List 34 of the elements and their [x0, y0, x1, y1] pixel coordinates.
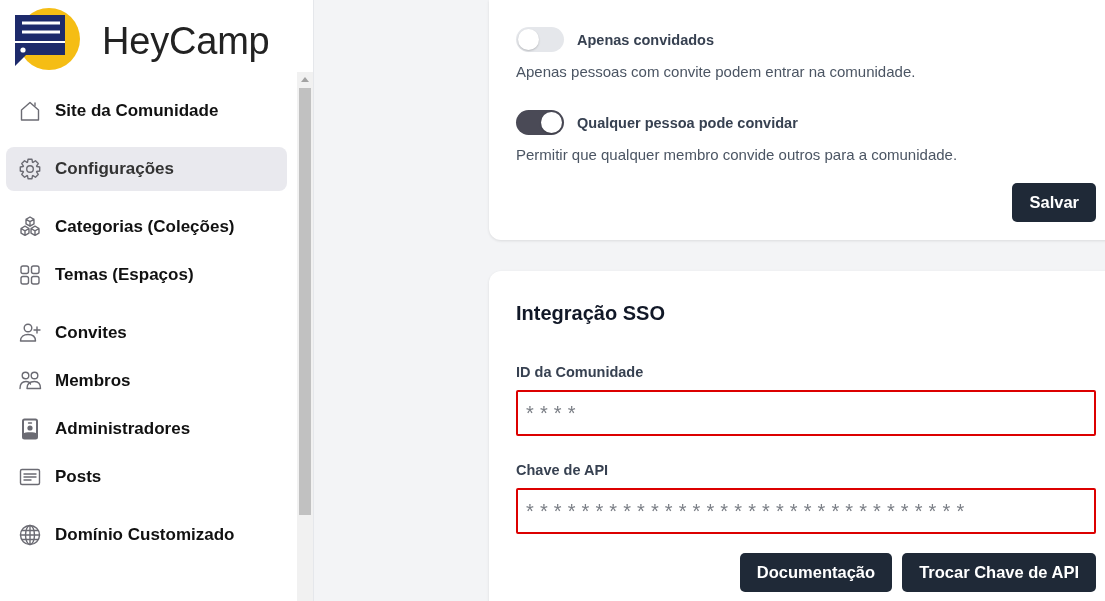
sidebar-item[interactable]: Domínio Customizado [6, 513, 287, 557]
card-title: Integração SSO [516, 301, 666, 326]
scroll-up-icon[interactable] [301, 77, 309, 82]
gear-icon [18, 157, 42, 181]
sidebar-item[interactable]: Temas (Espaços) [6, 253, 287, 297]
sidebar-item[interactable]: Categorias (Coleções) [6, 205, 287, 249]
toggle-switch[interactable] [516, 110, 564, 135]
cubes-icon [18, 215, 42, 239]
toggle-label: Apenas convidados [577, 30, 714, 50]
action-button[interactable]: Documentação [739, 553, 893, 592]
sidebar-item[interactable]: Posts [6, 455, 287, 499]
grid-icon [18, 263, 42, 287]
house-icon [18, 99, 42, 123]
sidebar-item[interactable]: Administradores [6, 407, 287, 451]
field-label: Chave de API [516, 461, 610, 480]
field-label: ID da Comunidade [516, 363, 645, 382]
logo-icon [15, 7, 81, 70]
globe-icon [18, 523, 42, 547]
toggle-switch[interactable] [516, 27, 564, 52]
scrollbar-thumb[interactable] [299, 88, 311, 515]
text-field[interactable]: **** [516, 390, 1096, 436]
save-button[interactable]: Salvar [1012, 183, 1096, 222]
sidebar-item[interactable]: Convites [6, 311, 287, 355]
sidebar-item[interactable]: Configurações [6, 147, 287, 191]
user-plus-icon [18, 321, 42, 345]
toggle-description: Apenas pessoas com convite podem entrar na comunidade. [516, 62, 917, 82]
action-button[interactable]: Trocar Chave de API [902, 553, 1096, 592]
brand-name: HeyCamp [102, 22, 270, 60]
text-field[interactable]: ******************************** [516, 488, 1096, 534]
sidebar-item[interactable]: Site da Comunidade [6, 89, 287, 133]
toggle-description: Permitir que qualquer membro convide outros para a comunidade. [516, 145, 959, 165]
sidebar-item[interactable]: Membros [6, 359, 287, 403]
toggle-label: Qualquer pessoa pode convidar [577, 113, 798, 133]
scrollbar[interactable] [297, 72, 313, 601]
